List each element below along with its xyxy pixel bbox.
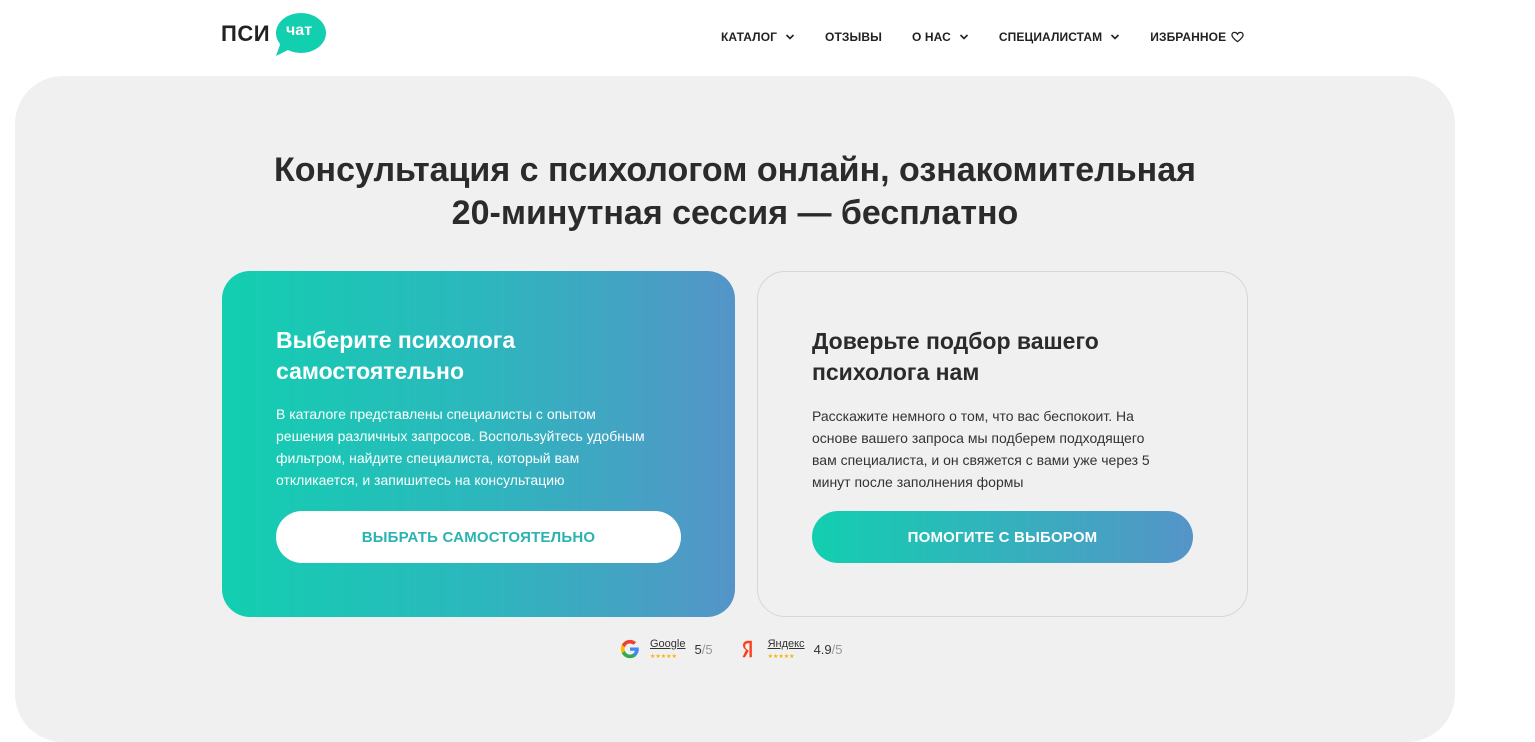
card-text-line: Расскажите немного о том, что вас беспок… [812, 408, 1134, 424]
heart-icon [1231, 31, 1244, 43]
rating-stars: ★★★★★ [767, 654, 795, 660]
nav-item-label: КАТАЛОГ [721, 30, 778, 44]
nav-item-specialists[interactable]: СПЕЦИАЛИСТАМ [999, 30, 1120, 44]
card-text-line: решения различных запросов. Воспользуйте… [276, 428, 645, 444]
chat-bubble-icon: чат [272, 12, 327, 56]
rating-score: 4.9/5 [814, 642, 843, 657]
nav-item-about[interactable]: О НАС [912, 30, 969, 44]
card-text-line: фильтром, найдите специалиста, который в… [276, 450, 580, 466]
choose-self-button[interactable]: Выбрать самостоятельно [276, 511, 681, 563]
main-nav: КАТАЛОГ ОТЗЫВЫ О НАС СПЕЦИАЛИСТАМ ИЗБРАН… [721, 26, 1244, 48]
rating-stars: ★★★★★ [650, 654, 677, 660]
rating-score: 5/5 [694, 642, 712, 657]
page-title: Консультация с психологом онлайн, ознако… [15, 149, 1455, 235]
chevron-down-icon [959, 34, 968, 40]
card-text-line: основе вашего запроса мы подберем подход… [812, 430, 1145, 446]
rating-source: Google ★★★★★ [650, 637, 685, 661]
nav-item-label: ОТЗЫВЫ [825, 30, 882, 44]
nav-item-catalog[interactable]: КАТАЛОГ [721, 30, 795, 44]
card-title-line: психолога нам [812, 359, 980, 385]
rating-google[interactable]: Google ★★★★★ 5/5 [619, 637, 713, 661]
card-text-line: откликается, и запишитесь на консультаци… [276, 472, 565, 488]
rating-value: 4.9 [813, 641, 832, 657]
self-select-card: Выберите психолога самостоятельно В ката… [222, 271, 735, 617]
rating-source-name[interactable]: Google [650, 637, 685, 651]
nav-item-label: О НАС [912, 30, 951, 44]
chevron-down-icon [785, 34, 795, 40]
card-description: Расскажите немного о том, что вас беспок… [812, 405, 1192, 493]
card-description: В каталоге представлены специалисты с оп… [276, 403, 696, 491]
card-title: Доверьте подбор вашего психолога нам [812, 326, 1099, 388]
nav-item-label: СПЕЦИАЛИСТАМ [998, 30, 1103, 44]
logo-text: ПСИ [221, 21, 271, 46]
rating-source-name[interactable]: Яндекс [768, 637, 805, 651]
card-text-line: вам специалиста, и он свяжется с вами уж… [812, 452, 1150, 468]
rating-max: /5 [831, 641, 843, 657]
card-title-line: Выберите психолога [276, 327, 516, 353]
assisted-select-card: Доверьте подбор вашего психолога нам Рас… [757, 271, 1248, 617]
rating-source: Яндекс ★★★★★ [768, 637, 805, 661]
ratings-bar: Google ★★★★★ 5/5 Яндекс ★★★★★ 4.9/5 [619, 637, 842, 661]
nav-item-reviews[interactable]: ОТЗЫВЫ [825, 30, 882, 44]
card-title-line: самостоятельно [276, 358, 464, 384]
help-choose-button[interactable]: Помогите с выбором [812, 511, 1193, 563]
logo-bubble-text: чат [286, 22, 313, 39]
card-text-line: В каталоге представлены специалисты с оп… [276, 406, 596, 422]
card-title: Выберите психолога самостоятельно [276, 325, 515, 387]
rating-value: 5 [694, 641, 702, 657]
site-logo[interactable]: ПСИ чат [221, 11, 327, 57]
rating-yandex[interactable]: Яндекс ★★★★★ 4.9/5 [737, 637, 843, 661]
card-title-line: Доверьте подбор вашего [812, 328, 1099, 354]
nav-item-label: ИЗБРАННОЕ [1150, 30, 1227, 44]
nav-item-favorites[interactable]: ИЗБРАННОЕ [1150, 30, 1244, 44]
page-title-line: 20-минутная сессия — бесплатно [451, 194, 1019, 232]
chevron-down-icon [1111, 34, 1120, 40]
site-header: ПСИ чат КАТАЛОГ ОТЗЫВЫ О НАС СПЕЦИАЛИСТА… [0, 0, 1535, 76]
rating-max: /5 [701, 641, 713, 657]
google-icon [620, 639, 639, 659]
card-text-line: минут после заполнения формы [812, 474, 1024, 490]
yandex-icon [742, 640, 752, 658]
page-title-line: Консультация с психологом онлайн, ознако… [274, 151, 1196, 189]
